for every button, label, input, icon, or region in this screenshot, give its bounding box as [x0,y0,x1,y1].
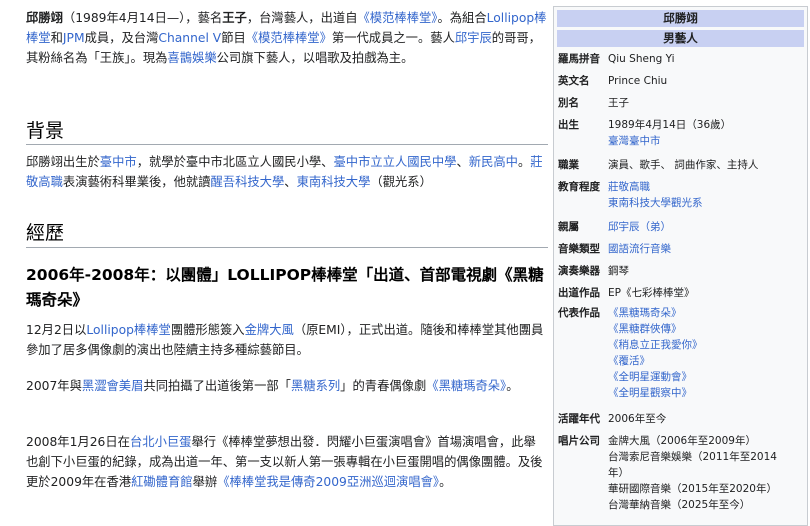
link-jpm[interactable]: JPM [63,31,85,45]
career-paragraph-3: 2008年1月26日在台北小巨蛋舉行《棒棒堂夢想出發．閃耀小巨蛋演唱會》首場演唱… [26,435,543,489]
heading-background: 背景 [26,120,65,142]
link-univ-1[interactable]: 醒吾科技大學 [210,175,284,189]
link-hey-girl[interactable]: 黑澀會美眉 [82,379,144,393]
infobox-subtitle: 男藝人 [557,30,804,47]
link-coliseum[interactable]: 紅磡體育館 [131,475,193,489]
heading-rule [26,247,548,248]
link-show[interactable]: 《模范棒棒堂》 [358,11,438,25]
link-channel-v[interactable]: Channel V [158,31,221,45]
link-univ-2[interactable]: 東南科技大學 [297,175,371,189]
background-paragraph: 邱勝翊出生於臺中市，就學於臺中市北區立人國民小學、臺中市立立人國民中學、新民高中… [26,155,543,189]
heading-career: 經歷 [26,222,65,244]
stage-name: 王子 [222,11,247,25]
link-company[interactable]: 喜鵲娛樂 [167,51,216,65]
link-school-1[interactable]: 臺中市立立人國民中學 [333,155,456,169]
link-brother[interactable]: 邱宇辰 [455,31,492,45]
link-label[interactable]: 金牌大風 [245,323,294,337]
link-lollipop-2[interactable]: Lollipop棒棒堂 [86,323,170,337]
link-school-2[interactable]: 新民高中 [469,155,518,169]
link-tour[interactable]: 《棒棒堂我是傳奇2009亞洲巡迴演唱會》 [217,475,439,489]
link-drama[interactable]: 《黑糖瑪奇朵》 [426,379,506,393]
subheading-2006-2008: 2006年-2008年：以團體」LOLLIPOP棒棒堂「出道、首部電視劇《黑糖瑪… [26,266,544,309]
link-city[interactable]: 臺中市 [100,155,137,169]
subject-name: 邱勝翊 [26,11,63,25]
career-paragraph-2: 2007年與黑澀會美眉共同拍攝了出道後第一部「黑糖系列」的青春偶像劇《黑糖瑪奇朵… [26,379,519,393]
link-show-2[interactable]: 《模范棒棒堂》 [246,31,332,45]
infobox: 邱勝翊 男藝人 羅馬拼音 Qiu Sheng Yi 英文名 Prince Chi… [553,6,808,526]
career-paragraph-1: 12月2日以Lollipop棒棒堂團體形態簽入金牌大風（原EMI），正式出道。隨… [26,323,544,357]
intro-paragraph: 邱勝翊（1989年4月14日—），藝名王子，台灣藝人，出道自《模范棒棒堂》。為組… [26,11,547,65]
heading-rule [26,144,548,145]
link-arena[interactable]: 台北小巨蛋 [130,435,192,449]
link-brown-sugar-series[interactable]: 黑糖系列 [291,379,340,393]
infobox-title: 邱勝翊 [557,10,804,27]
